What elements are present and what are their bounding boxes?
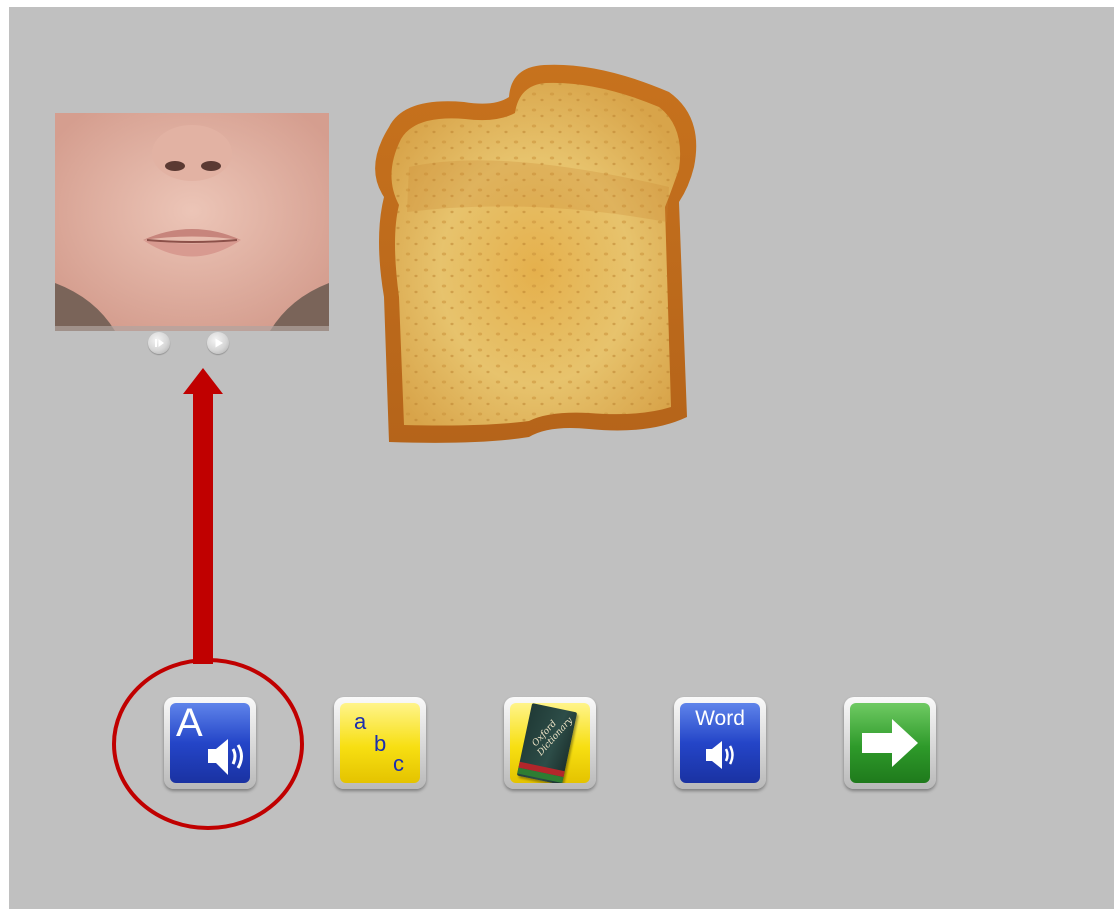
next-face [850,703,930,783]
word-audio-button[interactable]: Word [674,697,766,789]
next-button[interactable] [844,697,936,789]
arrow-right-icon [862,719,918,767]
read-aloud-button[interactable]: A [164,697,256,789]
alphabet-face: a b c [340,703,420,783]
annotation-arrow [183,368,223,664]
play-icon [215,338,223,348]
speaker-icon [706,741,734,769]
app-canvas: A a b c Oxford Dictionary Word [9,7,1114,909]
toast-picture [349,57,709,457]
dictionary-button[interactable]: Oxford Dictionary [504,697,596,789]
letter-b: b [374,731,387,756]
word-audio-face: Word [680,703,760,783]
dictionary-face: Oxford Dictionary [510,703,590,783]
letter-c: c [393,751,404,776]
video-controls [55,332,329,354]
mouth-video-frame [55,113,329,331]
word-label: Word [695,707,745,730]
letter-a-label: A [176,703,203,745]
step-forward-icon [155,339,164,347]
mouth-video[interactable] [55,113,329,331]
letter-a: a [354,709,367,734]
alphabet-button[interactable]: a b c [334,697,426,789]
step-forward-button[interactable] [148,332,170,354]
book-cover-title: Oxford Dictionary [530,715,576,758]
read-aloud-face: A [170,703,250,783]
book-icon: Oxford Dictionary [516,703,578,783]
play-button[interactable] [207,332,229,354]
speaker-icon [208,739,243,775]
